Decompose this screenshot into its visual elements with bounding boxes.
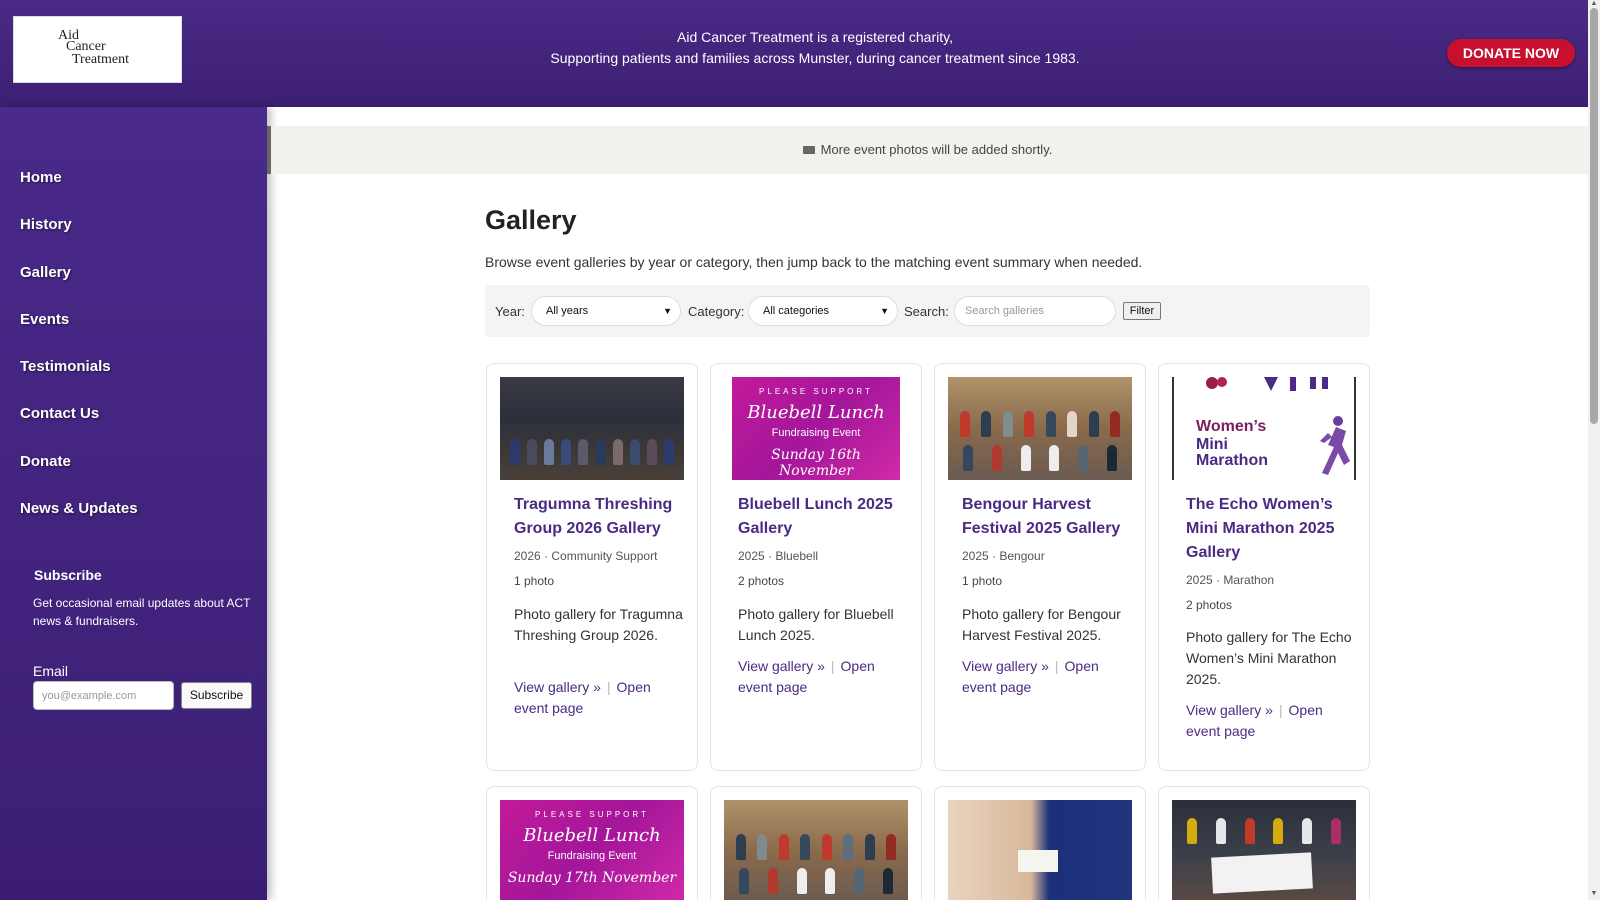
gallery-card: Bengour Harvest Festival 2025 Gallery 20… [934,363,1146,771]
thumbnail-text: Sunday 17th November [507,870,677,886]
subscribe-title: Subscribe [34,567,102,583]
gallery-card-meta: 2025 · Bluebell [738,549,819,563]
page-title: Gallery [485,205,577,235]
sidebar-item-events[interactable]: Events [20,311,69,328]
gallery-card-description: Photo gallery for Bluebell Lunch 2025. [738,606,894,643]
scrollbar-thumb[interactable] [1590,8,1598,424]
gallery-card: PLEASE SUPPORT Bluebell Lunch Fundraisin… [710,363,922,771]
sidebar-item-donate[interactable]: Donate [20,453,71,470]
view-gallery-link[interactable]: View gallery » [1186,702,1273,718]
gallery-card-count: 2 photos [738,574,785,588]
notice-bar: More event photos will be added shortly. [267,126,1588,174]
sidebar-item-contact-us[interactable]: Contact Us [20,405,99,422]
gallery-thumbnail[interactable]: Women’s Mini Marathon [1172,377,1356,480]
thumbnail-text: Mini [1196,436,1228,453]
gallery-thumbnail[interactable]: PLEASE SUPPORT Bluebell Lunch Fundraisin… [500,800,684,900]
subscribe-button[interactable]: Subscribe [181,682,252,709]
email-label: Email [33,663,69,679]
marathon-banner-shapes [1206,377,1328,391]
subscribe-description: Get occasional email updates about ACT n… [33,596,251,628]
site-header: Aid Cancer Treatment Aid Cancer Treatmen… [0,0,1588,107]
view-gallery-link[interactable]: View gallery » [962,658,1049,674]
thumbnail-text: Women’s [1196,418,1267,435]
gallery-thumbnail[interactable] [500,377,684,480]
gallery-card [710,786,922,900]
gallery-thumbnail[interactable] [948,800,1132,900]
tagline-line-1: Aid Cancer Treatment is a registered cha… [677,29,953,45]
thumbnail-text: Bluebell Lunch [747,402,885,423]
notice-accent [267,126,271,174]
sidebar-item-history[interactable]: History [20,216,72,233]
filter-button[interactable]: Filter [1123,302,1161,320]
camera-icon [802,145,815,154]
gallery-card-count: 1 photo [962,574,1003,588]
site-logo[interactable]: Aid Cancer Treatment [13,16,182,83]
year-select[interactable]: All years ▼ [531,296,681,326]
gallery-card-count: 1 photo [514,574,555,588]
year-select-value: All years [546,305,589,317]
search-label: Search: [904,304,949,319]
gallery-card-meta: 2025 · Bengour [962,549,1045,563]
thumbnail-text: PLEASE SUPPORT [535,810,649,819]
gallery-card: Women’s Mini Marathon The Echo Women’s M… [1158,363,1370,771]
category-select[interactable]: All categories ▼ [748,296,898,326]
gallery-thumbnail[interactable]: PLEASE SUPPORT Bluebell Lunch Fundraisin… [732,377,900,480]
header-tagline: Aid Cancer Treatment is a registered cha… [490,27,1140,69]
thumbnail-text: PLEASE SUPPORT [759,387,873,396]
page-description: Browse event galleries by year or catego… [485,254,1143,270]
logo-line-3: Treatment [72,52,130,67]
gallery-card-description: Photo gallery for Tragumna Threshing Gro… [514,606,683,643]
email-field[interactable] [33,681,174,710]
tagline-line-2: Supporting patients and families across … [550,50,1080,66]
search-input[interactable]: Search galleries [954,296,1116,326]
gallery-thumbnail[interactable] [724,800,908,900]
view-gallery-link[interactable]: View gallery » [514,679,601,695]
gallery-card [934,786,1146,900]
sidebar-item-gallery[interactable]: Gallery [20,264,71,281]
gallery-thumbnail[interactable] [1172,800,1356,900]
category-label: Category: [688,304,745,319]
view-gallery-link[interactable]: View gallery » [738,658,825,674]
gallery-card [1158,786,1370,900]
year-label: Year: [495,304,525,319]
thumbnail-text: Sunday 16th November [771,447,861,479]
scroll-down-arrow-icon[interactable]: ▼ [1589,889,1599,899]
chevron-down-icon: ▼ [880,306,889,316]
thumbnail-text: Fundraising Event [547,850,637,862]
thumbnail-text: Bluebell Lunch [523,825,661,846]
gallery-card-count: 2 photos [1186,598,1233,612]
sidebar: Home History Gallery Events Testimonials… [0,107,267,900]
gallery-card-title[interactable]: Bengour Harvest Festival 2025 Gallery [962,493,1137,541]
gallery-card-title[interactable]: Tragumna Threshing Group 2026 Gallery [514,493,689,541]
gallery-card-description: Photo gallery for Bengour Harvest Festiv… [962,606,1121,643]
gallery-card-title[interactable]: The Echo Women’s Mini Marathon 2025 Gall… [1186,493,1361,565]
gallery-card-meta: 2025 · Marathon [1186,573,1275,587]
gallery-card: PLEASE SUPPORT Bluebell Lunch Fundraisin… [486,786,698,900]
gallery-thumbnail[interactable] [948,377,1132,480]
donate-now-button[interactable]: DONATE NOW [1447,39,1575,67]
chevron-down-icon: ▼ [663,306,672,316]
sidebar-item-home[interactable]: Home [20,169,62,186]
gallery-card-meta: 2026 · Community Support [514,549,658,563]
scroll-up-arrow-icon[interactable]: ▲ [1589,0,1599,8]
sidebar-item-testimonials[interactable]: Testimonials [20,358,111,375]
category-select-value: All categories [763,305,830,317]
thumbnail-text: Marathon [1196,452,1268,469]
sidebar-item-news-updates[interactable]: News & Updates [20,500,138,517]
runner-icon [1320,416,1350,475]
gallery-card-description: Photo gallery for The Echo Women’s Mini … [1186,629,1352,687]
notice-text: More event photos will be added shortly. [820,142,1053,157]
gallery-card: Tragumna Threshing Group 2026 Gallery 20… [486,363,698,771]
gallery-card-title[interactable]: Bluebell Lunch 2025 Gallery [738,493,913,541]
thumbnail-text: Fundraising Event [771,427,861,439]
